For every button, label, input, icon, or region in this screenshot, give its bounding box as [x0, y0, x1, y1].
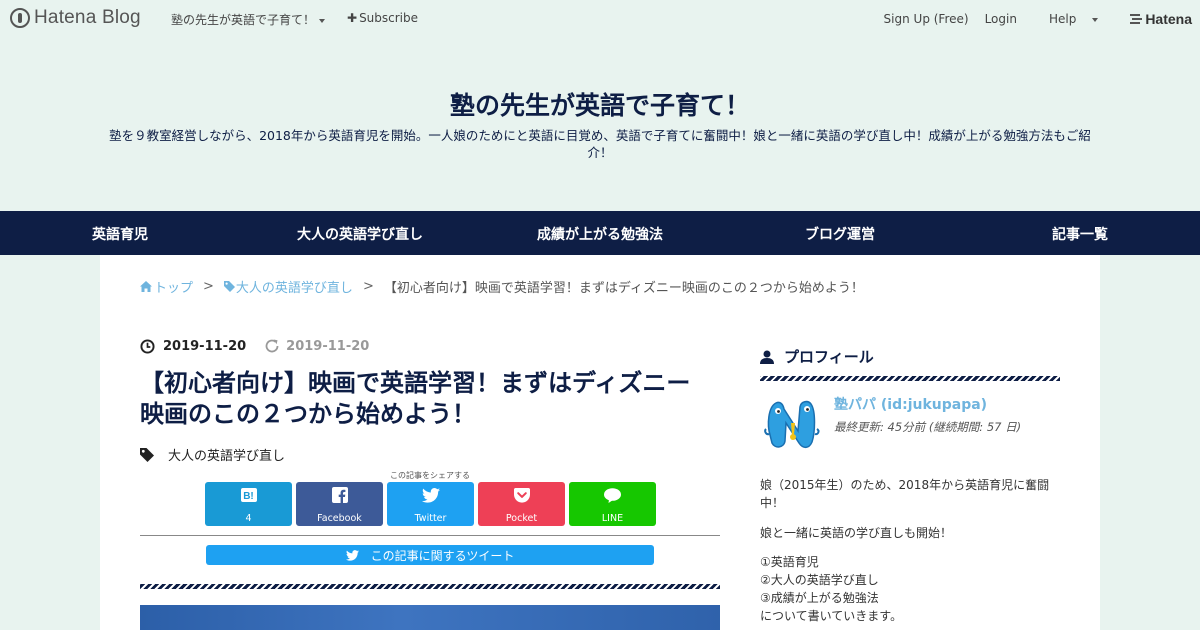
facebook-icon	[331, 486, 348, 504]
sidebar-profile-heading: プロフィール	[760, 346, 874, 367]
blog-menu-label: 塾の先生が英語で子育て！	[171, 13, 316, 27]
nav-item-blog-management[interactable]: ブログ運営	[805, 224, 875, 244]
related-tweets-label: この記事に関するツイート	[370, 548, 515, 563]
subscribe-button[interactable]: ✚ Subscribe	[347, 11, 418, 25]
profile-bio-line: ③成績が上がる勉強法	[760, 591, 879, 605]
breadcrumb-category-label: 大人の英語学び直し	[235, 281, 353, 296]
profile-avatar[interactable]	[764, 395, 822, 453]
profile-bio-line: 娘（2015年生）のため、2018年から英語育児に奮闘中！	[760, 478, 1050, 510]
help-label: Help	[1048, 12, 1077, 26]
profile-bio-line: ①英語育児	[760, 555, 819, 569]
hatena-global-header: Hatena Blog 塾の先生が英語で子育て！ ✚ Subscribe Sign…	[0, 0, 1200, 36]
plus-icon: ✚	[347, 11, 358, 25]
tag-icon	[140, 447, 154, 462]
share-buttons: B! 4 Facebook Twitter Pocket LINE	[205, 482, 660, 526]
blog-title[interactable]: 塾の先生が英語で子育て！	[0, 86, 1200, 122]
caret-down-icon	[319, 18, 326, 23]
nav-item-study-method[interactable]: 成績が上がる勉強法	[537, 224, 663, 244]
hatena-bookmark-share-button[interactable]: B! 4	[205, 482, 292, 526]
caret-down-icon	[1092, 17, 1099, 22]
share-caption: この記事をシェアする	[390, 471, 470, 480]
hatena-bookmark-count: 4	[245, 513, 252, 524]
entry-category-link[interactable]: 大人の英語学び直し	[168, 445, 285, 464]
breadcrumb: トップ > 大人の英語学び直し > 【初心者向け】映画で英語学習！まずはディズニ…	[140, 277, 864, 296]
signup-link[interactable]: Sign Up (Free)	[884, 12, 969, 26]
clock-icon	[140, 338, 155, 354]
subscribe-label: Subscribe	[359, 11, 419, 25]
breadcrumb-separator: >	[203, 279, 214, 294]
hatena-lines-icon	[1130, 14, 1143, 24]
hatena-blog-logo-icon	[10, 8, 30, 28]
blog-description: 塾を９教室経営しながら、2018年から英語育児を開始。一人娘のためにと英語に目覚…	[109, 128, 1091, 160]
profile-bio-line: ②大人の英語学び直し	[760, 573, 879, 587]
section-divider	[140, 584, 720, 589]
twitter-icon	[421, 486, 440, 504]
nav-item-article-list[interactable]: 記事一覧	[1052, 224, 1108, 244]
updated-date: 2019-11-20	[286, 338, 370, 354]
pocket-share-button[interactable]: Pocket	[478, 482, 565, 526]
global-nav: 英語育児 大人の英語学び直し 成績が上がる勉強法 ブログ運営 記事一覧	[0, 211, 1200, 255]
hatena-logo-text: Hatena	[1145, 11, 1192, 27]
section-divider	[760, 376, 1060, 381]
account-links: Sign Up (Free) Login Help Hatena	[868, 11, 1192, 27]
logo-text: Hatena Blog	[34, 7, 141, 28]
twitter-label: Twitter	[414, 513, 447, 524]
entry-categories: 大人の英語学び直し	[140, 445, 285, 464]
twitter-share-button[interactable]: Twitter	[387, 482, 474, 526]
user-icon	[760, 350, 774, 364]
tag-icon	[223, 281, 235, 292]
sidebar-profile-title: プロフィール	[784, 348, 874, 366]
help-dropdown[interactable]: Help	[1033, 12, 1099, 26]
profile-last-updated: 最終更新: 45分前 (継続期間: 57 日)	[834, 420, 1022, 434]
nav-item-adult-relearning[interactable]: 大人の英語学び直し	[297, 224, 423, 244]
line-label: LINE	[601, 513, 624, 524]
hatena-blog-logo[interactable]: Hatena Blog	[10, 7, 141, 29]
profile-name-link[interactable]: 塾パパ (id:jukupapa)	[834, 394, 987, 414]
entry-title[interactable]: 【初心者向け】映画で英語学習！まずはディズニー映画のこの２つから始めよう！	[140, 368, 700, 430]
entry-dates: 2019-11-20 2019-11-20	[140, 338, 369, 354]
twitter-icon	[345, 549, 359, 561]
breadcrumb-home[interactable]: トップ	[140, 277, 193, 296]
hatena-bookmark-icon: B!	[240, 486, 257, 504]
breadcrumb-home-label: トップ	[154, 281, 194, 296]
line-icon	[604, 486, 621, 504]
breadcrumb-current: 【初心者向け】映画で英語学習！まずはディズニー映画のこの２つから始めよう！	[383, 281, 864, 296]
nav-item-english-parenting[interactable]: 英語育児	[92, 224, 148, 244]
breadcrumb-category[interactable]: 大人の英語学び直し	[223, 277, 353, 296]
divider	[140, 535, 720, 536]
home-icon	[140, 281, 152, 292]
profile-bio-line: 娘と一緒に英語の学び直しも開始！	[760, 526, 953, 540]
entry-hero-image[interactable]	[140, 605, 720, 630]
content-area: トップ > 大人の英語学び直し > 【初心者向け】映画で英語学習！まずはディズニ…	[100, 255, 1100, 630]
blog-menu-dropdown[interactable]: 塾の先生が英語で子育て！	[171, 11, 326, 28]
pocket-icon	[513, 486, 530, 504]
refresh-icon	[265, 339, 279, 353]
login-link[interactable]: Login	[985, 12, 1017, 26]
hatena-logo[interactable]: Hatena	[1114, 11, 1192, 27]
facebook-share-button[interactable]: Facebook	[296, 482, 383, 526]
published-date[interactable]: 2019-11-20	[163, 339, 246, 354]
facebook-label: Facebook	[317, 513, 362, 524]
profile-bio-line: について書いていきます。	[760, 609, 903, 623]
related-tweets-button[interactable]: この記事に関するツイート	[206, 545, 654, 565]
line-share-button[interactable]: LINE	[569, 482, 656, 526]
svg-text:B!: B!	[243, 491, 254, 502]
breadcrumb-separator: >	[362, 279, 374, 294]
pocket-label: Pocket	[505, 513, 538, 524]
